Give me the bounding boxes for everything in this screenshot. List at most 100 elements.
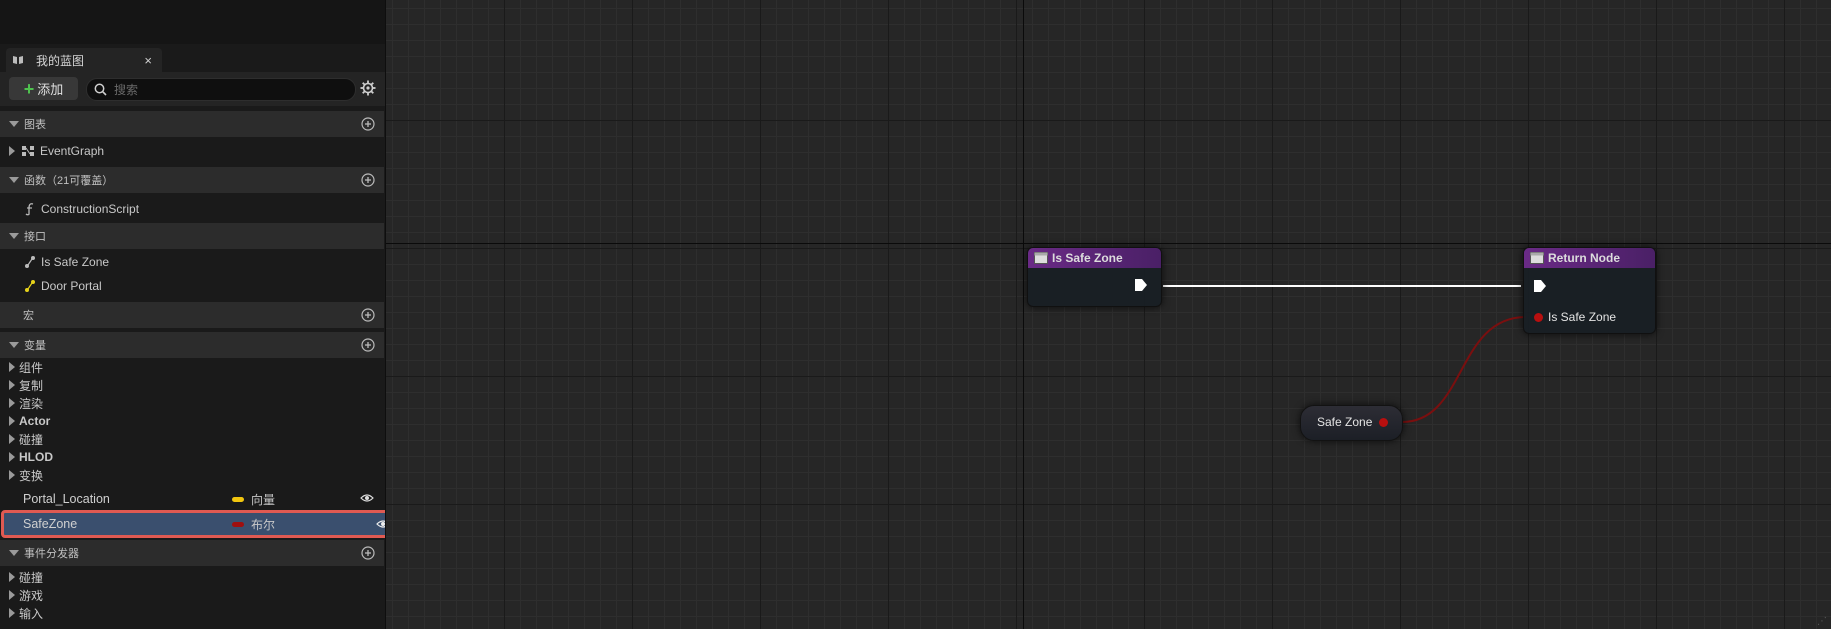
section-graphs[interactable]: 图表	[0, 111, 384, 137]
boolean-type-pill	[232, 521, 244, 527]
expand-caret-icon	[9, 470, 15, 480]
search-input[interactable]	[112, 81, 336, 98]
dispatcher-category-input[interactable]: 输入	[0, 604, 384, 622]
section-dispatchers-label: 事件分发器	[24, 548, 79, 560]
node-header: Return Node	[1524, 248, 1655, 268]
resize-grip-icon: ⋰	[1817, 616, 1827, 627]
expand-caret-icon	[9, 434, 15, 444]
node-title: Return Node	[1548, 251, 1620, 265]
expand-caret-icon	[9, 452, 15, 462]
section-macros[interactable]: 宏	[0, 302, 384, 328]
panel-toolbar: + 添加	[0, 72, 385, 106]
category-components[interactable]: 组件	[0, 358, 384, 376]
vector-type-pill	[232, 496, 244, 502]
node-title: Is Safe Zone	[1052, 251, 1123, 265]
add-dispatcher-icon[interactable]	[361, 546, 375, 560]
search-icon	[94, 83, 107, 96]
function-node-icon	[1530, 252, 1544, 264]
node-header: Is Safe Zone	[1028, 248, 1161, 268]
dispatcher-category-collision[interactable]: 碰撞	[0, 568, 384, 586]
plus-icon: +	[23, 78, 35, 99]
collapse-caret-icon	[9, 342, 19, 348]
section-macros-label: 宏	[23, 310, 34, 322]
variable-row-portal-location[interactable]: Portal_Location 向量	[0, 488, 384, 510]
list-item-constructionscript[interactable]: ConstructionScript	[0, 199, 384, 219]
section-event-dispatchers[interactable]: 事件分发器	[0, 540, 384, 566]
search-box[interactable]	[86, 78, 356, 101]
category-transform[interactable]: 变换	[0, 466, 384, 484]
exec-input-pin-icon[interactable]	[1533, 279, 1547, 293]
constructionscript-label: ConstructionScript	[41, 202, 140, 216]
dispatcher-category-game[interactable]: 游戏	[0, 586, 384, 604]
category-label: 输入	[19, 606, 44, 621]
add-button[interactable]: + 添加	[9, 77, 78, 100]
section-interfaces[interactable]: 接口	[0, 223, 384, 249]
category-replication[interactable]: 复制	[0, 376, 384, 394]
panel-top-strip	[0, 0, 385, 44]
tab-label: 我的蓝图	[36, 53, 85, 68]
variable-node-label: Safe Zone	[1317, 415, 1373, 429]
boolean-input-pin[interactable]	[1534, 313, 1543, 322]
variable-name: Portal_Location	[23, 492, 110, 506]
section-interfaces-label: 接口	[24, 231, 46, 243]
eventgraph-label: EventGraph	[40, 144, 105, 158]
is-safe-zone-label: Is Safe Zone	[41, 255, 110, 269]
eye-icon[interactable]	[360, 493, 374, 503]
boolean-wire[interactable]	[1401, 316, 1527, 423]
variable-type[interactable]: 向量	[232, 491, 275, 508]
add-function-icon[interactable]	[361, 173, 375, 187]
variable-row-safezone[interactable]: SafeZone 布尔	[1, 510, 386, 538]
eye-icon[interactable]	[376, 519, 386, 529]
list-item-door-portal[interactable]: Door Portal	[0, 276, 384, 296]
add-graph-icon[interactable]	[361, 117, 375, 131]
category-label: 碰撞	[19, 570, 44, 585]
expand-caret-icon	[9, 572, 15, 582]
category-label: HLOD	[19, 450, 53, 464]
list-item-is-safe-zone[interactable]: Is Safe Zone	[0, 252, 384, 272]
section-variables-label: 变量	[24, 340, 46, 352]
section-variables[interactable]: 变量	[0, 332, 384, 358]
door-portal-label: Door Portal	[41, 279, 102, 293]
category-label: 复制	[19, 378, 44, 393]
expand-caret-icon	[9, 380, 15, 390]
tab-my-blueprint[interactable]: 我的蓝图 ×	[6, 48, 162, 72]
expand-caret-icon	[9, 362, 15, 372]
add-variable-icon[interactable]	[361, 338, 375, 352]
node-return[interactable]: Return Node Is Safe Zone	[1523, 247, 1656, 334]
gear-icon[interactable]	[360, 80, 376, 96]
function-icon	[25, 203, 34, 216]
section-graphs-label: 图表	[24, 119, 46, 131]
section-functions[interactable]: 函数（21可覆盖）	[0, 167, 384, 193]
list-item-eventgraph[interactable]: EventGraph	[0, 141, 384, 161]
node-get-safe-zone[interactable]: Safe Zone	[1300, 405, 1403, 441]
add-button-label: 添加	[37, 82, 64, 97]
add-macro-icon[interactable]	[361, 308, 375, 322]
category-collision[interactable]: 碰撞	[0, 430, 384, 448]
variable-type-label: 布尔	[251, 517, 276, 532]
interface-function-icon	[25, 256, 35, 268]
variable-name: SafeZone	[23, 517, 78, 531]
event-graph-icon	[22, 146, 34, 156]
blueprint-graph-canvas[interactable]: Is Safe Zone Return Node Is Safe Zone Sa…	[386, 0, 1831, 629]
book-icon	[13, 56, 23, 64]
expand-caret-icon	[9, 590, 15, 600]
variable-type-label: 向量	[251, 492, 276, 507]
collapse-caret-icon	[9, 121, 19, 127]
category-label: 碰撞	[19, 432, 44, 447]
expand-caret-icon	[9, 416, 15, 426]
node-is-safe-zone[interactable]: Is Safe Zone	[1027, 247, 1162, 307]
category-hlod[interactable]: HLOD	[0, 448, 384, 466]
close-icon[interactable]: ×	[144, 53, 152, 68]
category-rendering[interactable]: 渲染	[0, 394, 384, 412]
exec-output-pin-icon[interactable]	[1134, 278, 1148, 292]
collapse-caret-icon	[9, 233, 19, 239]
boolean-output-pin[interactable]	[1379, 418, 1388, 427]
category-label: 游戏	[19, 588, 44, 603]
variable-type[interactable]: 布尔	[232, 516, 275, 533]
expand-caret-icon	[9, 398, 15, 408]
expand-caret-icon	[9, 608, 15, 618]
section-functions-label: 函数（21可覆盖）	[24, 175, 114, 187]
expand-caret-icon	[9, 146, 15, 156]
function-node-icon	[1034, 252, 1048, 264]
category-actor[interactable]: Actor	[0, 412, 384, 430]
